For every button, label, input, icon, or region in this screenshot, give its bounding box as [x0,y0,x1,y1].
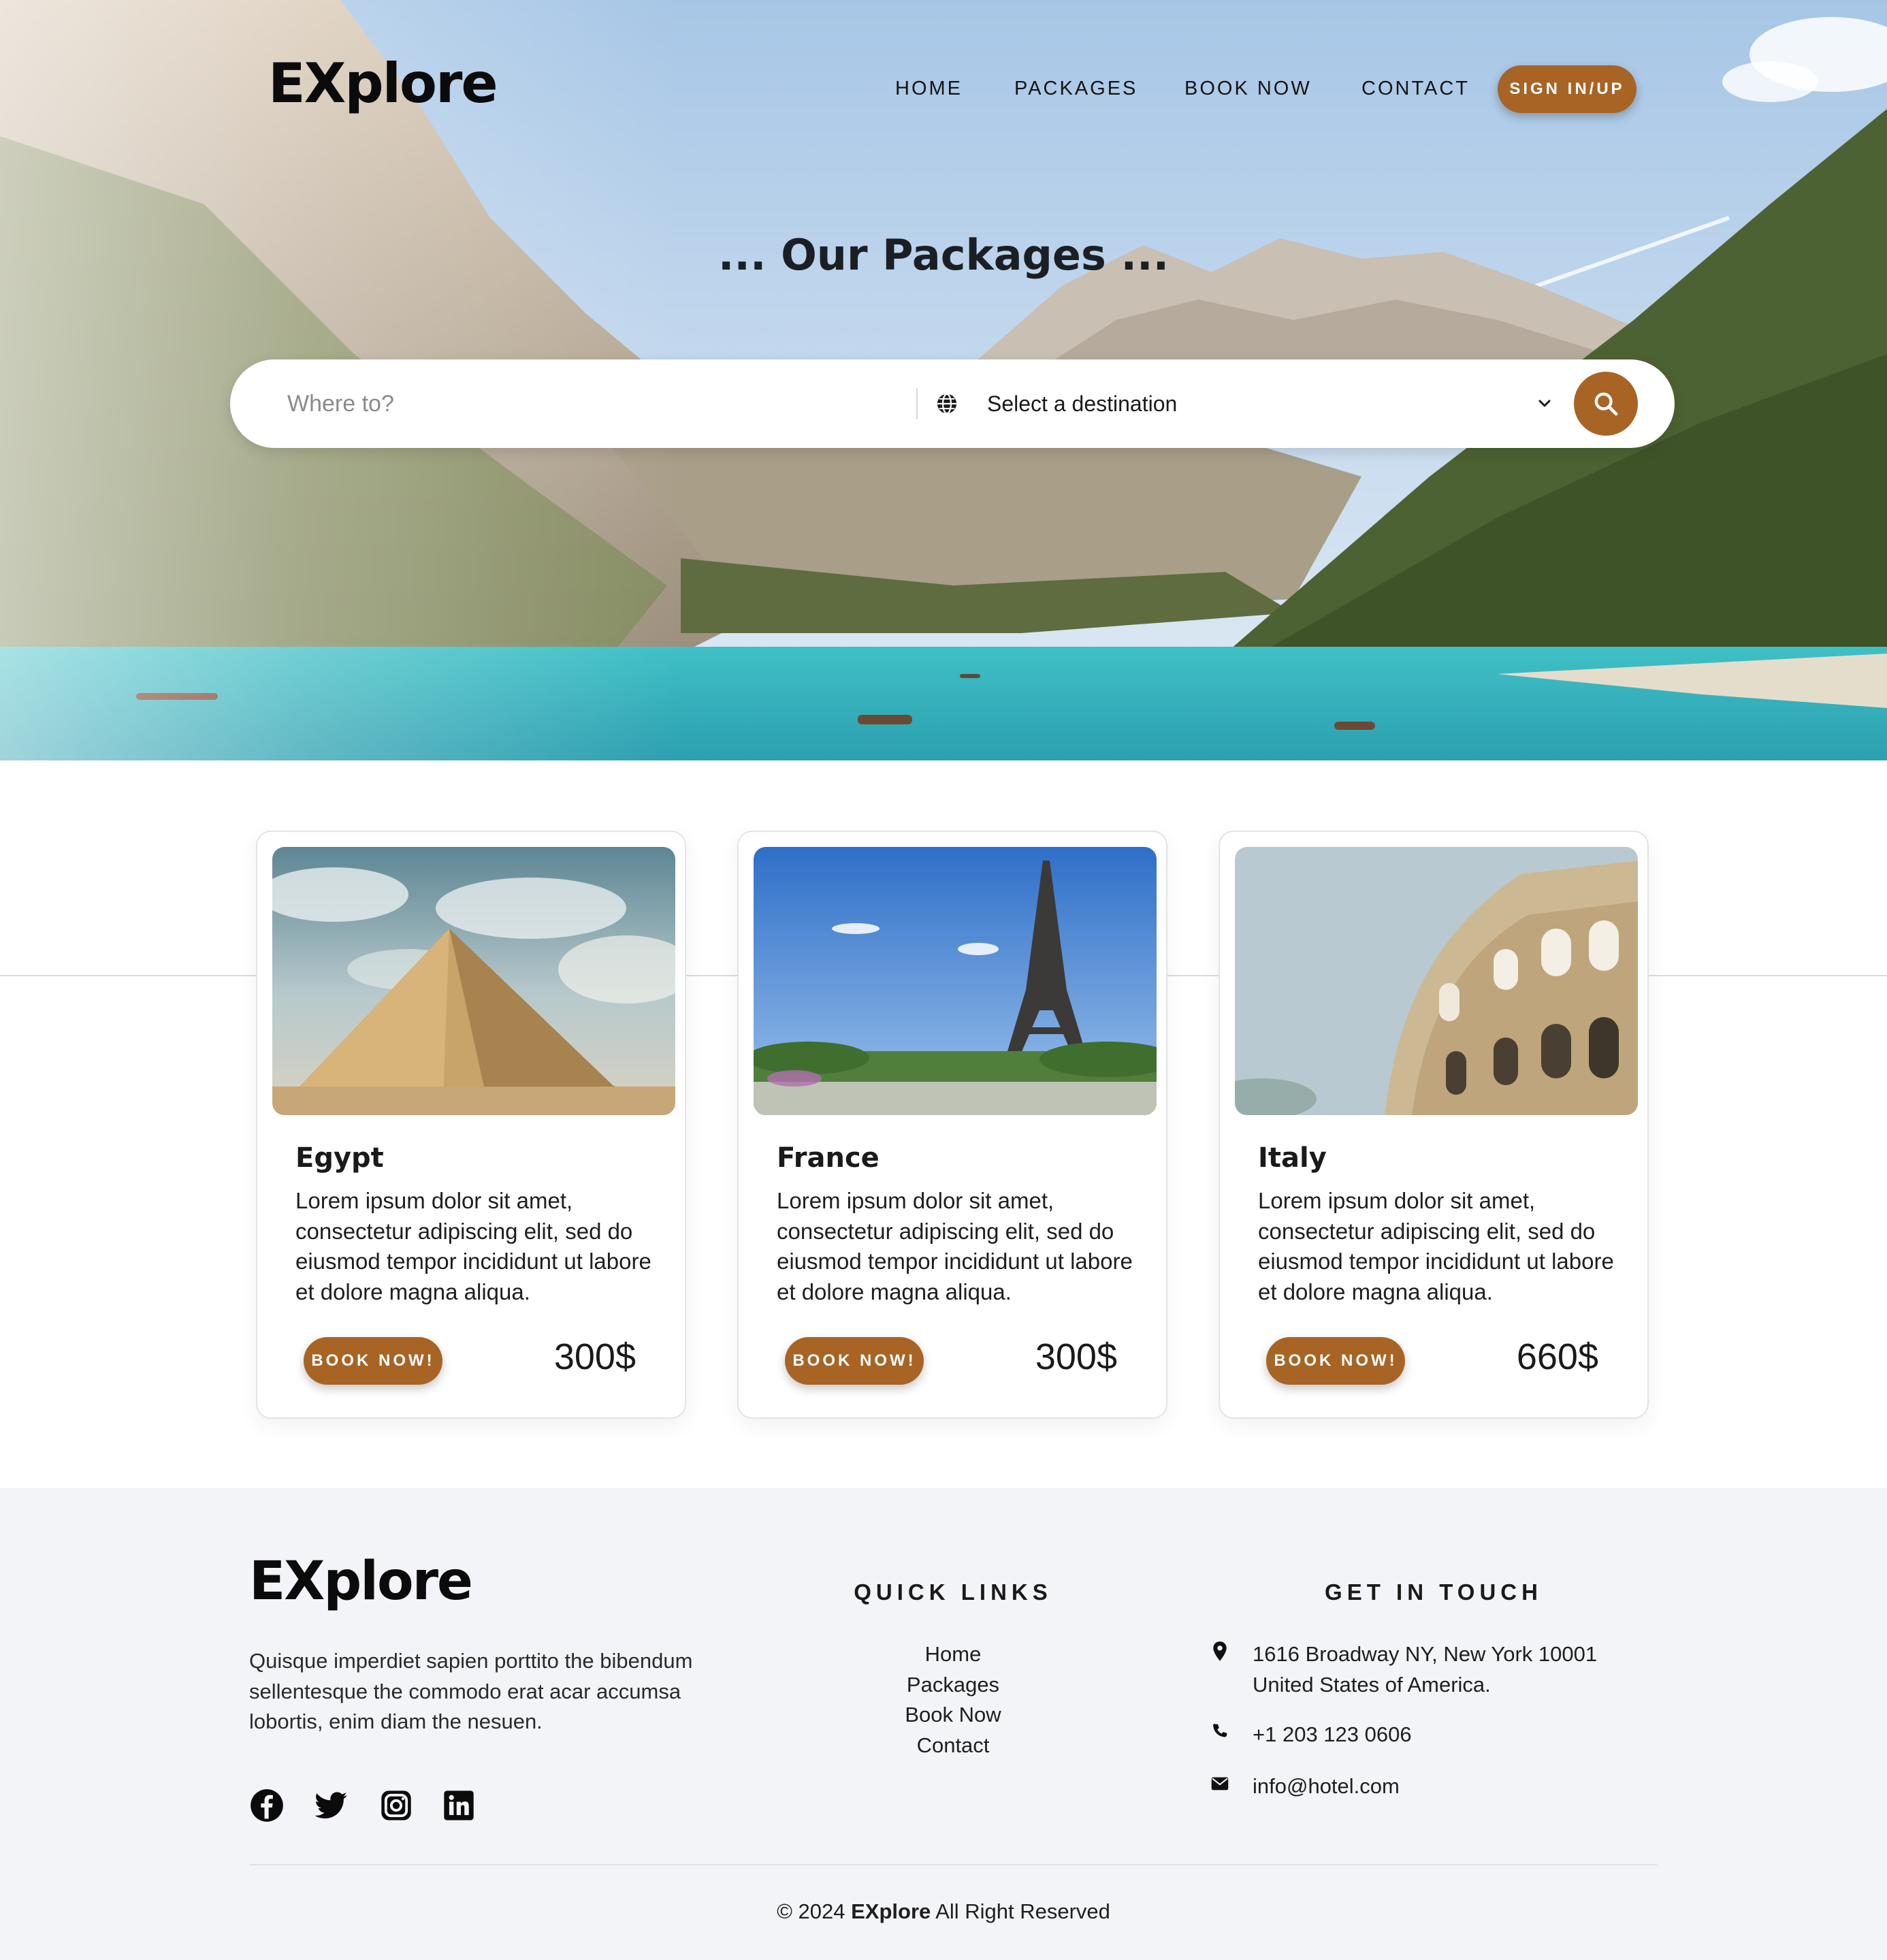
hero-section: EXplore HOME PACKAGES BOOK NOW CONTACT S… [0,0,1887,760]
footer-divider [249,1864,1657,1865]
book-now-button[interactable]: BOOK NOW! [1266,1337,1405,1385]
footer-link-packages[interactable]: Packages [817,1670,1089,1701]
book-now-button[interactable]: BOOK NOW! [304,1337,442,1385]
quick-links-heading: QUICK LINKS [854,1579,1052,1605]
search-bar: Select a destination [230,359,1675,448]
footer-link-home[interactable]: Home [817,1639,1089,1670]
card-description: Lorem ipsum dolor sit amet, consectetur … [295,1188,651,1304]
chevron-down-icon[interactable] [1537,398,1552,410]
nav-book-now[interactable]: BOOK NOW [1184,78,1312,100]
address-line-1: 1616 Broadway NY, New York 10001 [1253,1642,1598,1666]
footer-link-book-now[interactable]: Book Now [817,1700,1089,1731]
sign-in-button[interactable]: SIGN IN/UP [1498,65,1636,113]
search-button[interactable] [1574,372,1638,436]
map-pin-icon [1213,1641,1227,1661]
card-title: Italy [1258,1142,1327,1174]
copyright-suffix: All Right Reserved [935,1899,1110,1923]
main-nav: HOME PACKAGES BOOK NOW CONTACT SIGN IN/U… [0,65,1887,113]
phone-number[interactable]: +1 203 123 0606 [1253,1720,1634,1750]
book-now-button[interactable]: BOOK NOW! [785,1337,924,1385]
package-card-italy: Italy Lorem ipsum dolor sit amet, consec… [1219,831,1649,1419]
footer: EXplore Quisque imperdiet sapien porttit… [0,1488,1887,1960]
france-image [754,847,1157,1115]
facebook-icon[interactable] [249,1788,285,1823]
where-to-input[interactable] [287,381,900,426]
card-price: 300$ [1035,1336,1117,1377]
footer-brand-logo[interactable]: EXplore [249,1551,473,1612]
globe-icon [937,393,957,415]
card-title: France [777,1142,880,1174]
search-divider [916,388,918,419]
italy-image [1235,847,1638,1115]
nav-packages[interactable]: PACKAGES [1014,78,1138,100]
twitter-icon[interactable] [313,1788,349,1823]
card-title: Egypt [295,1142,384,1174]
card-price: 300$ [553,1336,636,1377]
card-description: Lorem ipsum dolor sit amet, consectetur … [777,1188,1133,1304]
copyright-prefix: © 2024 [777,1899,845,1923]
egypt-image [272,847,675,1115]
instagram-icon[interactable] [378,1788,414,1823]
copyright-brand: EXplore [851,1899,931,1923]
address-line-2: United States of America. [1253,1672,1491,1697]
get-in-touch-heading: GET IN TOUCH [1325,1579,1543,1605]
footer-link-contact[interactable]: Contact [817,1731,1089,1761]
card-price: 660$ [1516,1336,1598,1377]
linkedin-icon[interactable] [441,1788,477,1823]
nav-home[interactable]: HOME [895,78,963,100]
mail-icon [1211,1777,1229,1790]
package-card-egypt: Egypt Lorem ipsum dolor sit amet, consec… [256,831,686,1419]
destination-select[interactable]: Select a destination [987,385,1545,422]
hero-title: ... Our Packages ... [717,230,1170,280]
nav-contact[interactable]: CONTACT [1361,78,1470,100]
footer-about-text: Quisque imperdiet sapien porttito the bi… [249,1649,693,1733]
quick-links-list: Home Packages Book Now Contact [817,1639,1089,1761]
package-card-france: France Lorem ipsum dolor sit amet, conse… [737,831,1167,1419]
email-address[interactable]: info@hotel.com [1253,1771,1634,1802]
card-description: Lorem ipsum dolor sit amet, consectetur … [1258,1188,1614,1304]
copyright-text: © 2024 EXplore All Right Reserved [0,1899,1887,1924]
phone-icon [1213,1723,1227,1737]
search-icon [1594,392,1618,416]
